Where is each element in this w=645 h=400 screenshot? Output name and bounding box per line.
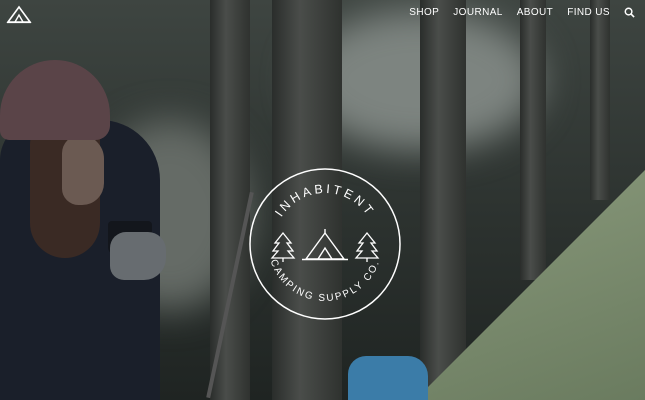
tent-logo-icon[interactable]: [6, 4, 32, 24]
tree-trunk: [520, 0, 546, 280]
nav-shop-link[interactable]: SHOP: [409, 7, 439, 18]
pine-tree-icon: [270, 231, 296, 262]
beanie: [0, 60, 110, 140]
main-nav: SHOP JOURNAL ABOUT FIND US: [409, 7, 635, 18]
nav-find-us-link[interactable]: FIND US: [567, 7, 610, 18]
tree-trunk: [590, 0, 610, 200]
search-icon[interactable]: [624, 7, 635, 18]
brand-badge: INHABITENT CAMPING SUPPLY CO.: [249, 168, 401, 320]
person-face: [62, 135, 104, 205]
hero-section: SHOP JOURNAL ABOUT FIND US INHABITENT CA…: [0, 0, 645, 400]
badge-bottom-text: CAMPING SUPPLY CO.: [268, 258, 383, 304]
tent-icon: [302, 229, 348, 261]
badge-top-text: INHABITENT: [272, 182, 377, 219]
pine-tree-icon: [354, 231, 380, 262]
tree-trunk: [210, 0, 250, 400]
nav-journal-link[interactable]: JOURNAL: [453, 7, 502, 18]
glove: [110, 232, 166, 280]
backpack-photo: [348, 356, 428, 400]
tree-trunk: [420, 0, 466, 400]
nav-about-link[interactable]: ABOUT: [517, 7, 553, 18]
